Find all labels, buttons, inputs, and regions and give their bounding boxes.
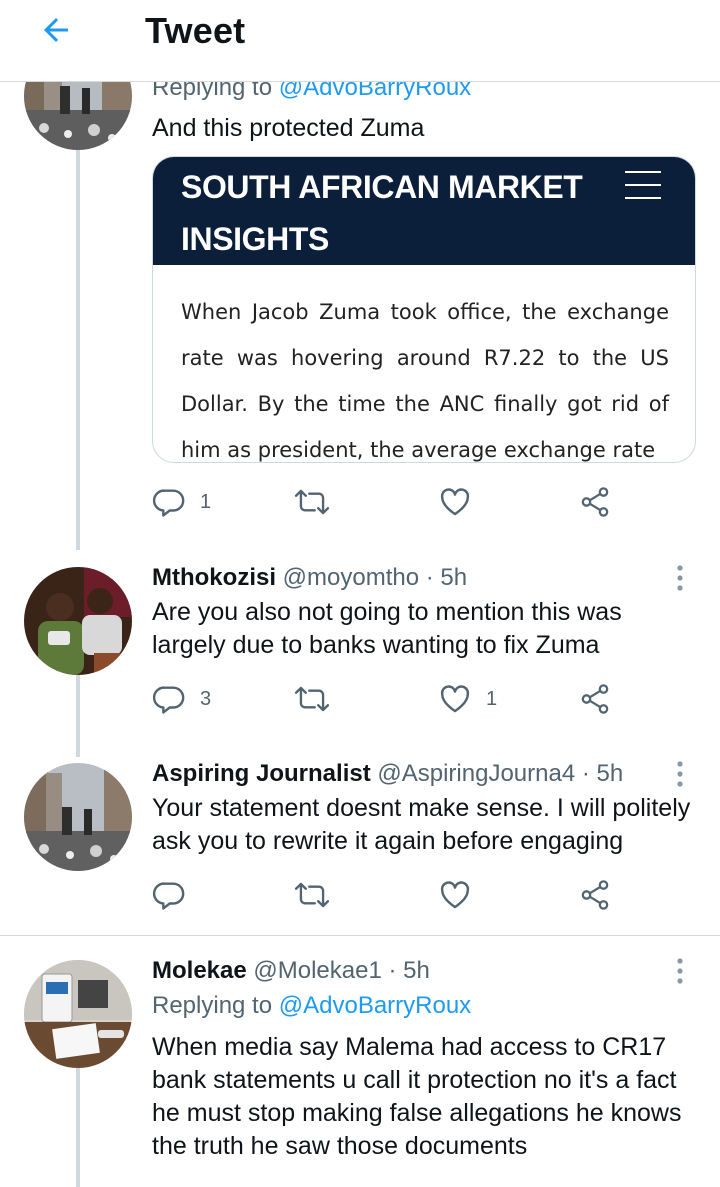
- timestamp[interactable]: 5h: [597, 760, 624, 787]
- card-header: SOUTH AFRICAN MARKET INSIGHTS: [153, 157, 695, 265]
- more-options-button[interactable]: [664, 758, 696, 790]
- tweet-item[interactable]: Mthokozisi @moyomtho · 5h Are you also n…: [0, 562, 720, 757]
- heart-icon: [440, 685, 470, 713]
- dot-separator: ·: [581, 760, 590, 787]
- retweet-button[interactable]: [294, 679, 330, 719]
- replying-to: Replying to @AdvoBarryRoux: [152, 992, 471, 1020]
- more-options-button[interactable]: [664, 955, 696, 987]
- avatar[interactable]: [24, 763, 132, 871]
- author-name[interactable]: Aspiring Journalist: [152, 760, 371, 787]
- tweet-actions: [152, 875, 622, 915]
- share-icon: [581, 880, 609, 910]
- avatar[interactable]: [24, 567, 132, 675]
- menu-icon: [625, 171, 661, 199]
- page-title: Tweet: [145, 10, 246, 51]
- author-handle[interactable]: @moyomtho: [283, 564, 419, 591]
- tweet-text: And this protected Zuma: [152, 114, 425, 142]
- share-button[interactable]: [578, 482, 612, 522]
- share-icon: [581, 487, 609, 517]
- like-button[interactable]: 1: [438, 679, 497, 719]
- like-button[interactable]: [438, 482, 472, 522]
- card-body-text: When Jacob Zuma took office, the exchang…: [181, 300, 669, 462]
- avatar[interactable]: [24, 960, 132, 1068]
- more-vertical-icon: [677, 761, 683, 787]
- author-handle[interactable]: @Molekae1: [253, 957, 381, 984]
- like-count: 1: [486, 687, 498, 710]
- author-name[interactable]: Mthokozisi: [152, 564, 276, 591]
- reply-icon: [152, 489, 185, 517]
- tweet-header: Aspiring Journalist @AspiringJourna4 · 5…: [152, 760, 623, 788]
- card-title: SOUTH AFRICAN MARKET INSIGHTS: [181, 169, 583, 257]
- tweet-item[interactable]: Aspiring Journalist @AspiringJourna4 · 5…: [0, 758, 720, 933]
- tweet-header: Molekae @Molekae1 · 5h: [152, 957, 430, 985]
- back-button[interactable]: [34, 8, 78, 52]
- replying-label: Replying to: [152, 992, 273, 1019]
- share-button[interactable]: [578, 875, 612, 915]
- timestamp[interactable]: 5h: [440, 564, 467, 591]
- heart-icon: [440, 881, 470, 909]
- tweet-actions: 3 1: [152, 679, 622, 719]
- share-icon: [581, 684, 609, 714]
- more-vertical-icon: [677, 958, 683, 984]
- retweet-icon: [294, 686, 330, 712]
- thread-line: [76, 1068, 80, 1187]
- tweet-actions: 1: [152, 482, 622, 522]
- reply-button[interactable]: 3: [152, 679, 211, 719]
- tweet-divider: [0, 935, 720, 936]
- tweet-text: When media say Malema had access to CR17…: [152, 1033, 682, 1160]
- like-button[interactable]: [438, 875, 472, 915]
- retweet-button[interactable]: [294, 875, 330, 915]
- retweet-icon: [294, 882, 330, 908]
- dot-separator: ·: [388, 957, 397, 984]
- replying-handle-link[interactable]: @AdvoBarryRoux: [279, 992, 471, 1019]
- tweet-header: Mthokozisi @moyomtho · 5h: [152, 564, 467, 592]
- top-bar: Tweet: [0, 0, 720, 82]
- tweet-text: Your statement doesnt make sense. I will…: [152, 794, 691, 855]
- retweet-button[interactable]: [294, 482, 330, 522]
- reply-icon: [152, 882, 185, 910]
- reply-count: 3: [200, 687, 212, 710]
- share-button[interactable]: [578, 679, 612, 719]
- timestamp[interactable]: 5h: [403, 957, 430, 984]
- more-options-button[interactable]: [664, 562, 696, 594]
- retweet-icon: [294, 489, 330, 515]
- reply-count: 1: [200, 490, 212, 513]
- author-handle[interactable]: @AspiringJourna4: [377, 760, 575, 787]
- heart-icon: [440, 488, 470, 516]
- tweet-item[interactable]: Molekae @Molekae1 · 5h Replying to @Advo…: [0, 955, 720, 1187]
- link-card[interactable]: SOUTH AFRICAN MARKET INSIGHTS When Jacob…: [152, 156, 696, 463]
- thread-line: [76, 675, 80, 757]
- dot-separator: ·: [425, 564, 434, 591]
- reply-button[interactable]: 1: [152, 482, 211, 522]
- back-arrow-icon: [44, 18, 68, 42]
- reply-icon: [152, 686, 185, 714]
- more-vertical-icon: [677, 565, 683, 591]
- author-name[interactable]: Molekae: [152, 957, 247, 984]
- tweet-text: Are you also not going to mention this w…: [152, 598, 622, 659]
- reply-button[interactable]: [152, 875, 186, 915]
- thread-line: [76, 150, 80, 550]
